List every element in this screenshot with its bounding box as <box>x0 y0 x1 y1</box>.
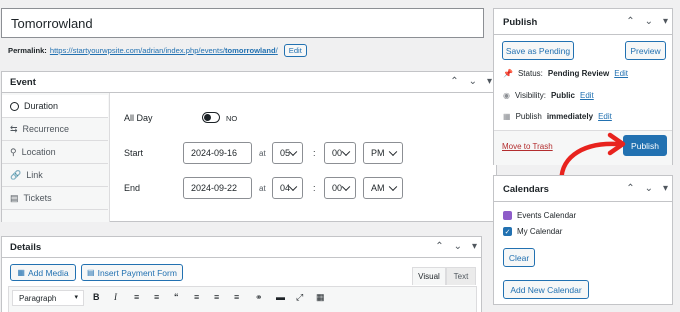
bold-icon[interactable]: B <box>93 292 100 302</box>
start-minute-select[interactable]: 00 <box>324 142 356 164</box>
italic-icon[interactable]: I <box>114 292 117 302</box>
link-icon: 🔗 <box>10 169 22 180</box>
calendars-metabox-title: Calendars <box>503 184 549 195</box>
publish-metabox-header: Publish ⌃ ⌄ ▾ <box>494 9 672 35</box>
end-label: End <box>124 183 141 193</box>
visibility-row: ◉ Visibility: Public Edit <box>503 91 594 100</box>
permalink-label: Permalink: <box>8 45 47 55</box>
tab-duration[interactable]: Duration <box>2 95 108 118</box>
event-metabox-header: Event ⌃ ⌄ ▾ <box>2 72 496 93</box>
save-as-pending-button[interactable]: Save as Pending <box>502 41 574 60</box>
event-metabox: Event ⌃ ⌄ ▾ Duration ⇆ Recurrence ⚲ Loca… <box>1 71 497 222</box>
fullscreen-icon[interactable]: ⤢ <box>296 292 303 303</box>
end-time-separator: : <box>313 183 316 193</box>
eye-icon: ◉ <box>503 91 510 100</box>
all-day-toggle[interactable] <box>202 112 220 123</box>
move-down-icon[interactable]: ⌄ <box>645 16 653 27</box>
clock-icon <box>10 101 19 111</box>
all-day-label: All Day <box>124 113 153 123</box>
checkbox-checked-icon[interactable]: ✓ <box>503 227 512 236</box>
recurrence-icon: ⇆ <box>10 123 18 134</box>
event-metabox-title: Event <box>10 77 36 88</box>
start-time-separator: : <box>313 148 316 158</box>
calendar-color-swatch <box>503 211 512 220</box>
blockquote-icon[interactable]: “ <box>174 292 179 302</box>
payment-form-icon: ▤ <box>87 268 95 277</box>
end-date-input[interactable]: 2024-09-22 <box>183 177 252 199</box>
align-left-icon[interactable]: ≡ <box>194 292 199 302</box>
end-hour-select[interactable]: 04 <box>272 177 303 199</box>
calendar-item[interactable]: ✓ My Calendar <box>503 227 562 236</box>
tab-location-label: Location <box>21 147 56 157</box>
status-edit-link[interactable]: Edit <box>614 69 628 78</box>
details-metabox-header: Details ⌃ ⌄ ▾ <box>2 237 481 258</box>
preview-button[interactable]: Preview <box>625 41 666 60</box>
move-up-icon[interactable]: ⌃ <box>435 242 443 252</box>
tab-tickets-label: Tickets <box>23 193 52 203</box>
post-title-input[interactable]: Tomorrowland <box>1 8 484 38</box>
permalink-row: Permalink: https://startyourwpsite.com/a… <box>8 43 307 57</box>
toggle-panel-icon[interactable]: ▾ <box>487 77 492 87</box>
bulleted-list-icon[interactable]: ≡ <box>134 292 139 302</box>
toggle-panel-icon[interactable]: ▾ <box>663 16 668 27</box>
calendar-icon: ▦ <box>503 112 511 121</box>
move-to-trash-link[interactable]: Move to Trash <box>502 142 553 151</box>
tab-link-label: Link <box>26 170 43 180</box>
tab-link[interactable]: 🔗 Link <box>2 164 108 187</box>
move-up-icon[interactable]: ⌃ <box>626 16 634 27</box>
event-tabs: Duration ⇆ Recurrence ⚲ Location 🔗 Link … <box>2 93 110 222</box>
end-ampm-select[interactable]: AM <box>363 177 403 199</box>
toggle-panel-icon[interactable]: ▾ <box>663 183 668 194</box>
add-media-button[interactable]: ▦ Add Media <box>10 264 76 281</box>
all-day-toggle-state: NO <box>226 114 238 123</box>
toggle-panel-icon[interactable]: ▾ <box>472 242 477 252</box>
visibility-edit-link[interactable]: Edit <box>580 91 594 100</box>
tickets-icon: ▤ <box>10 192 19 203</box>
toolbar-toggle-icon[interactable]: ▦ <box>316 292 325 303</box>
location-pin-icon: ⚲ <box>10 146 17 157</box>
tab-recurrence-label: Recurrence <box>22 124 70 134</box>
insert-link-icon[interactable]: ⚭ <box>255 292 263 303</box>
publish-metabox-title: Publish <box>503 17 538 28</box>
tab-location[interactable]: ⚲ Location <box>2 141 108 164</box>
details-metabox-title: Details <box>10 242 42 253</box>
tab-visual[interactable]: Visual <box>412 267 446 285</box>
add-new-calendar-button[interactable]: Add New Calendar <box>503 280 589 299</box>
read-more-icon[interactable]: ▬ <box>276 292 285 302</box>
insert-payment-form-button[interactable]: ▤ Insert Payment Form <box>81 264 183 281</box>
pin-icon: 📌 <box>503 69 513 78</box>
move-up-icon[interactable]: ⌃ <box>626 183 634 194</box>
calendar-item[interactable]: Events Calendar <box>503 211 576 220</box>
end-minute-select[interactable]: 00 <box>324 177 356 199</box>
align-right-icon[interactable]: ≡ <box>234 292 239 302</box>
move-down-icon[interactable]: ⌄ <box>454 242 462 252</box>
start-ampm-select[interactable]: PM <box>363 142 403 164</box>
start-hour-select[interactable]: 05 <box>272 142 303 164</box>
permalink-edit-button[interactable]: Edit <box>283 43 307 57</box>
numbered-list-icon[interactable]: ≡ <box>154 292 159 302</box>
move-up-icon[interactable]: ⌃ <box>450 77 458 87</box>
media-icon: ▦ <box>17 268 25 277</box>
start-date-input[interactable]: 2024-09-16 <box>183 142 252 164</box>
tab-duration-label: Duration <box>24 101 59 111</box>
status-row: 📌 Status: Pending Review Edit <box>503 69 629 78</box>
publish-schedule-row: ▦ Publish immediately Edit <box>503 112 612 121</box>
start-at-text: at <box>259 149 266 158</box>
schedule-edit-link[interactable]: Edit <box>598 112 612 121</box>
end-at-text: at <box>259 184 266 193</box>
start-label: Start <box>124 148 144 158</box>
clear-calendars-button[interactable]: Clear <box>503 248 535 267</box>
calendars-metabox-header: Calendars ⌃ ⌄ ▾ <box>494 176 672 202</box>
align-center-icon[interactable]: ≡ <box>214 292 219 302</box>
calendars-metabox: Calendars ⌃ ⌄ ▾ Events Calendar ✓ My Cal… <box>493 175 673 305</box>
tab-recurrence[interactable]: ⇆ Recurrence <box>2 118 108 141</box>
move-down-icon[interactable]: ⌄ <box>469 77 477 87</box>
tab-text[interactable]: Text <box>446 267 476 285</box>
move-down-icon[interactable]: ⌄ <box>645 183 653 194</box>
post-title-value: Tomorrowland <box>11 15 93 31</box>
permalink-url[interactable]: https://startyourwpsite.com/adrian/index… <box>50 46 278 55</box>
format-select[interactable]: Paragraph ▾ <box>12 290 84 306</box>
tab-tickets[interactable]: ▤ Tickets <box>2 187 108 210</box>
